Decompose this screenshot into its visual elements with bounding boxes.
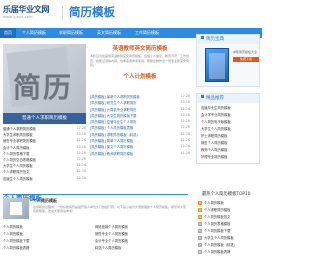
nav-english-resume[interactable]: 英文简历模板 [90, 28, 128, 38]
sidebar-item[interactable]: 个人简历电子版模板 [201, 119, 255, 126]
featured-title-secondary[interactable]: 个人计划模板 [90, 72, 190, 80]
grid-link[interactable]: 个人简历模板表格 [3, 245, 95, 252]
book-info-text: 求职简历模板大全 [233, 50, 258, 54]
resume-guide-box: 简历宝典 求职简历模板大全 免费下载 [196, 34, 260, 87]
sidebar-heading: 简历宝典 [197, 35, 259, 44]
ranking-item[interactable]: 5 个人简历模板下载 [196, 227, 260, 234]
featured-description: 本栏目为您提供英语教师英文简历模板，包括个人信息、教育背景、工作经历、技能证书等… [90, 54, 190, 67]
center-article-list: [简历模板] 最新个人求职简历模板 12-26 [简历模板] 研究生个人求职简历 1… [90, 94, 190, 157]
ranking-box: 最热个人简历模板TOP10 1 个人简历模板 2 个人求职简历模板 3 个人简历模板范… [196, 190, 260, 255]
article-title[interactable]: 个人简历模板 [33, 198, 187, 204]
nav-personal-resume[interactable]: 个人简历模板 [16, 28, 52, 38]
list-item[interactable]: [简历模板] 教师求职简历模板 12-26 [90, 151, 190, 157]
page-title: 简历模板 [69, 5, 115, 19]
rank-number-badge: 5 [198, 228, 202, 233]
nav-job-resume[interactable]: 求职简历模板 [52, 28, 90, 38]
sidebar-item[interactable]: 销售个人简历模板 [201, 140, 255, 147]
bullet-icon [201, 95, 204, 98]
sidebar-heading-text: 精品推荐 [206, 96, 224, 101]
ranking-item[interactable]: 8 个人简历模板表格 [196, 248, 260, 255]
logo-divider [62, 6, 63, 20]
ranking-item-label: 个人简历模板 [204, 201, 224, 205]
rank-number-badge: 7 [198, 242, 202, 247]
nav-work-resume[interactable]: 工作简历模板 [128, 28, 166, 38]
ranking-item-label: 个人简历表格模板 [204, 222, 231, 226]
ranking-item-label: 大学生个人简历模板 [204, 236, 234, 240]
nav-home[interactable]: 首页 [0, 28, 16, 38]
ranking-item-label: 个人简历模板范文 [204, 215, 231, 219]
ranking-item-label: 个人简历模板表格 [204, 250, 231, 254]
sidebar-heading-text: 简历宝典 [206, 37, 224, 42]
rank-number-badge: 1 [198, 200, 202, 205]
book-highlight [209, 53, 225, 79]
rank-number-badge: 2 [198, 207, 202, 212]
sidebar-heading: 精品推荐 [197, 94, 259, 103]
grid-link[interactable]: 网络营销个人简历模板 [95, 224, 187, 231]
section-header: 个人简历模板 [3, 185, 188, 202]
ranking-title: 最热个人简历模板TOP10 [202, 192, 251, 197]
sidebar-item[interactable]: 护士求职简历模板 [201, 133, 255, 140]
hero-caption[interactable]: 普通个人求职简历模板 [3, 113, 86, 124]
left-article-list: 普通个人求职简历模板 12-26 大学生求职简历模板 12-26 销售专业求职简历模… [3, 126, 86, 182]
book-info: 求职简历模板大全 免费下载 [233, 50, 259, 62]
recommend-list: 应届毕业生简历模板 会计学专业简历模板 个人简历电子版模板 大学生个人简历模板 … [197, 103, 259, 163]
grid-link[interactable]: 销售专业个人简历模板 [95, 231, 187, 238]
article-thumbnail[interactable] [3, 198, 29, 219]
grid-link[interactable]: 个人简历模板 [3, 231, 95, 238]
book-cover-image[interactable] [205, 48, 229, 82]
sidebar-item[interactable]: 护理专业简历模板 [201, 154, 255, 161]
thumbnail-document [9, 201, 23, 216]
list-item-date: 12-26 [180, 150, 190, 155]
list-item-title: 应届生个人简历模板 [3, 176, 33, 181]
ranking-item-label: 个人求职简历模板 [204, 208, 231, 212]
rank-number-badge: 3 [198, 214, 202, 219]
ranking-item[interactable]: 7 个人简历模板（精选） [196, 241, 260, 248]
recommend-box: 精品推荐 应届毕业生简历模板 会计学专业简历模板 个人简历电子版模板 大学生个人… [196, 93, 260, 164]
list-item-title: [简历模板] 教师求职简历模板 [90, 151, 134, 156]
logo-text: 乐届华业文网 [3, 5, 50, 14]
ranking-item[interactable]: 4 个人简历表格模板 [196, 220, 260, 227]
featured-title[interactable]: 英语教师英文简历模板 [90, 44, 190, 52]
sidebar-item[interactable]: 大学生个人简历模板 [201, 126, 255, 133]
grid-link[interactable]: 精选个人简历模板 [95, 245, 187, 252]
ranking-item-label: 个人简历模板（精选） [204, 243, 237, 247]
sidebar-item[interactable]: 教师个人简历模板 [201, 147, 255, 154]
list-item-date: 12-26 [76, 175, 86, 180]
grid-link[interactable]: 个人简历模板下载 [3, 238, 95, 245]
article-description: 在求职的过程中，一份好的简历是敲开用人单位大门的敲门砖，以下是小编为大家整理的个… [33, 205, 187, 214]
article-summary: 个人简历模板 在求职的过程中，一份好的简历是敲开用人单位大门的敲门砖，以下是小编… [33, 198, 187, 218]
ranking-item[interactable]: 2 个人求职简历模板 [196, 206, 260, 213]
site-logo[interactable]: 乐届华业文网 www.yjbys.com [3, 4, 61, 24]
right-sidebar: 简历宝典 求职简历模板大全 免费下载 精品推荐 应届毕业生简历模板 会计学专业简… [196, 34, 260, 164]
rank-number-badge: 4 [198, 221, 202, 226]
rank-number-badge: 6 [198, 235, 202, 240]
grid-link[interactable]: 个人简历模板 [3, 224, 95, 231]
article-link-grid: 个人简历模板 网络营销个人简历模板 个人简历模板 销售专业个人简历模板 个人简历… [3, 224, 188, 252]
hero-image[interactable]: 简历 普通个人求职简历模板 [3, 44, 86, 124]
ranking-item[interactable]: 6 大学生个人简历模板 [196, 234, 260, 241]
ranking-item[interactable]: 1 个人简历模板 [196, 199, 260, 206]
list-item[interactable]: 应届生个人简历模板 12-26 [3, 176, 86, 182]
book-promo: 求职简历模板大全 免费下载 [197, 44, 259, 86]
logo-subtext: www.yjbys.com [3, 15, 33, 19]
hero-word: 简历 [13, 71, 74, 104]
grid-link[interactable]: 会计专业个人简历模板 [95, 238, 187, 245]
ranking-item-label: 个人简历模板下载 [204, 229, 231, 233]
download-button[interactable]: 免费下载 [233, 57, 259, 62]
sidebar-item[interactable]: 会计学专业简历模板 [201, 112, 255, 119]
sidebar-item[interactable]: 应届毕业生简历模板 [201, 105, 255, 112]
featured-article: 英语教师英文简历模板 本栏目为您提供英语教师英文简历模板，包括个人信息、教育背景… [90, 44, 190, 80]
rank-number-badge: 8 [198, 249, 202, 254]
bullet-icon [201, 36, 204, 39]
ranking-item[interactable]: 3 个人简历模板范文 [196, 213, 260, 220]
